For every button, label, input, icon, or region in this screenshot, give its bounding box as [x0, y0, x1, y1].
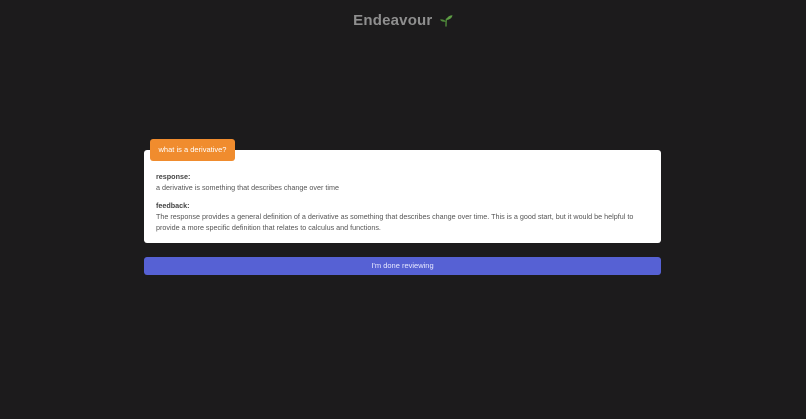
- feedback-text: The response provides a general definiti…: [156, 212, 634, 232]
- question-tag: what is a derivative?: [150, 139, 235, 161]
- app-title: Endeavour: [0, 12, 806, 31]
- review-card-body: response: a derivative is something that…: [156, 171, 646, 240]
- app-title-text: Endeavour: [353, 12, 433, 29]
- feedback-label: feedback:: [156, 201, 190, 210]
- sprout-icon: [439, 14, 453, 31]
- review-page: Endeavour response: a derivative is some…: [0, 0, 806, 419]
- review-card: response: a derivative is something that…: [144, 150, 661, 243]
- response-block: response: a derivative is something that…: [156, 171, 646, 193]
- feedback-block: feedback: The response provides a genera…: [156, 200, 646, 233]
- done-reviewing-button[interactable]: I'm done reviewing: [144, 257, 661, 275]
- response-label: response:: [156, 172, 191, 181]
- response-text: a derivative is something that describes…: [156, 183, 339, 192]
